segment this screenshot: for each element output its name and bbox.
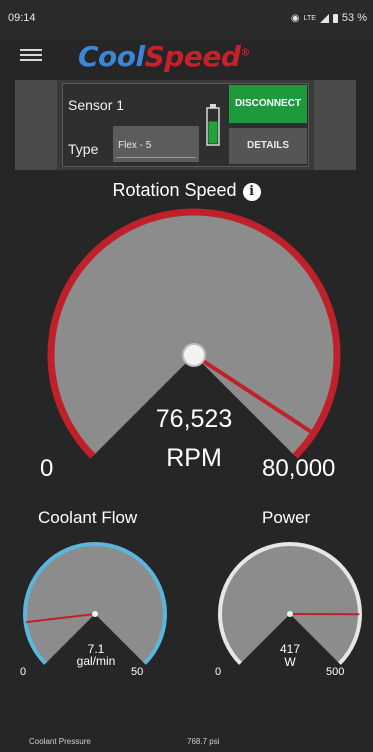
coolant-pressure-value: 768.7 psi <box>187 737 220 746</box>
rotation-speed-value: 76,523 <box>155 405 233 433</box>
rotation-gauge-hub <box>182 343 206 367</box>
power-gauge-hub <box>287 611 293 617</box>
power-min: 0 <box>215 666 222 678</box>
power-unit: W <box>284 655 296 669</box>
coolant-pressure-label: Coolant Pressure <box>29 737 91 746</box>
coolant-flow-max: 50 <box>131 666 144 678</box>
rotation-speed-min: 0 <box>40 455 54 482</box>
rotation-speed-gauge <box>23 208 362 665</box>
power-max: 500 <box>326 666 345 678</box>
rotation-speed-max: 80,000 <box>262 455 336 482</box>
power-value: 417 <box>279 642 301 656</box>
coolant-flow-min: 0 <box>20 666 27 678</box>
footer-readout: Coolant Pressure 768.7 psi <box>0 728 373 752</box>
coolant-gauge-hub <box>92 611 98 617</box>
power-title: Power <box>262 508 311 527</box>
coolant-flow-unit: gal/min <box>76 654 116 668</box>
coolant-flow-title: Coolant Flow <box>38 508 138 527</box>
